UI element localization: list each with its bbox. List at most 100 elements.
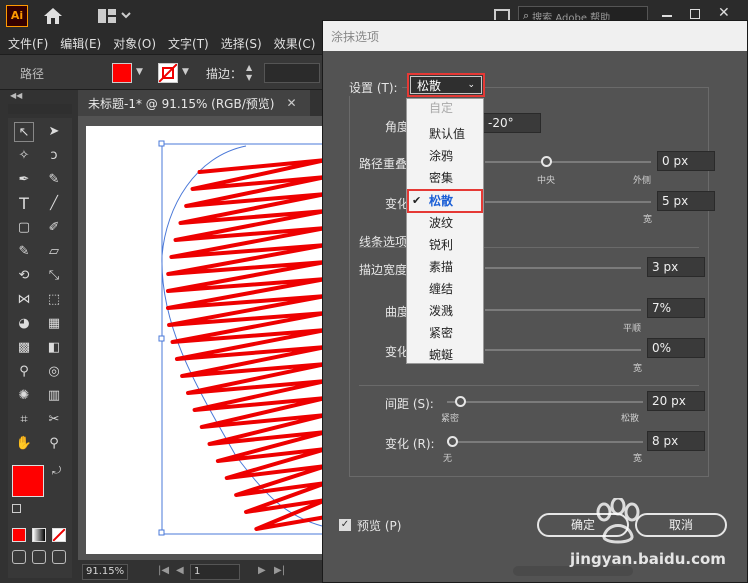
none-mode-icon[interactable] bbox=[52, 528, 66, 542]
close-tab-icon[interactable]: ✕ bbox=[286, 96, 296, 110]
next-artboard-icon[interactable]: ▶ bbox=[258, 565, 266, 576]
free-transform-tool-icon[interactable]: ⬚ bbox=[44, 290, 64, 310]
workspace-switcher-icon[interactable] bbox=[98, 9, 132, 23]
blend-tool-icon[interactable]: ◎ bbox=[44, 362, 64, 382]
spacing-variation-slider[interactable] bbox=[447, 441, 643, 443]
minimize-icon[interactable] bbox=[662, 15, 672, 17]
first-artboard-icon[interactable]: |◀ bbox=[158, 565, 169, 576]
magic-wand-tool-icon[interactable]: ✧ bbox=[14, 146, 34, 166]
fill-swatch[interactable] bbox=[112, 63, 132, 83]
path-overlap-slider[interactable] bbox=[485, 161, 651, 163]
shape-builder-tool-icon[interactable]: ◕ bbox=[14, 314, 34, 334]
graph-tool-icon[interactable]: ▥ bbox=[44, 386, 64, 406]
rectangle-tool-icon[interactable]: ▢ bbox=[14, 218, 34, 238]
stroke-width-slider[interactable] bbox=[485, 267, 641, 269]
dropdown-item-default[interactable]: 默认值 bbox=[407, 123, 483, 145]
preview-checkbox[interactable]: ✓ bbox=[339, 519, 351, 531]
symbol-sprayer-tool-icon[interactable]: ✺ bbox=[14, 386, 34, 406]
artboard[interactable] bbox=[86, 126, 328, 554]
width-tool-icon[interactable]: ⋈ bbox=[14, 290, 34, 310]
artboard-number-field[interactable]: 1 bbox=[190, 564, 240, 580]
stroke-width-input[interactable]: 3 px bbox=[647, 257, 705, 277]
color-mode-icon[interactable] bbox=[12, 528, 26, 542]
scale-tool-icon[interactable]: ⤡ bbox=[44, 266, 64, 286]
dropdown-item-sketchy[interactable]: 素描 bbox=[407, 256, 483, 278]
preview-label[interactable]: 预览 (P) bbox=[357, 517, 401, 534]
dropdown-item-tight[interactable]: 紧密 bbox=[407, 322, 483, 344]
spacing-variation-input[interactable]: 8 px bbox=[647, 431, 705, 451]
dropdown-item-loose[interactable]: 松散 bbox=[407, 190, 483, 212]
spacing-wide-label: 宽 bbox=[633, 454, 643, 464]
eraser-tool-icon[interactable]: ▱ bbox=[44, 242, 64, 262]
gradient-mode-icon[interactable] bbox=[32, 528, 46, 542]
slice-tool-icon[interactable]: ✂ bbox=[44, 410, 64, 430]
direct-selection-tool-icon[interactable]: ➤ bbox=[44, 122, 64, 142]
eyedropper-tool-icon[interactable]: ⚲ bbox=[14, 362, 34, 382]
fill-color-swatch[interactable] bbox=[12, 465, 44, 497]
zoom-tool-icon[interactable]: ⚲ bbox=[44, 434, 64, 454]
curviness-slider[interactable] bbox=[485, 309, 641, 311]
path-overlap-knob[interactable] bbox=[541, 156, 552, 167]
default-colors-icon[interactable] bbox=[12, 504, 21, 513]
dropdown-item-zig-zag[interactable]: 蜿蜒 bbox=[407, 344, 483, 366]
maximize-icon[interactable] bbox=[690, 9, 700, 19]
zoom-field[interactable]: 91.15% bbox=[82, 564, 128, 580]
curviness-variation-slider[interactable] bbox=[485, 349, 641, 351]
spacing-input[interactable]: 20 px bbox=[647, 391, 705, 411]
variation-input[interactable]: 5 px bbox=[657, 191, 715, 211]
outside-label: 外侧 bbox=[633, 176, 652, 186]
draw-normal-icon[interactable] bbox=[12, 550, 26, 564]
menu-effect[interactable]: 效果(C) bbox=[274, 35, 316, 52]
type-tool-icon[interactable]: T bbox=[14, 194, 34, 214]
gradient-tool-icon[interactable]: ◧ bbox=[44, 338, 64, 358]
dropdown-item-dense[interactable]: 密集 bbox=[407, 167, 483, 189]
spacing-knob[interactable] bbox=[455, 396, 466, 407]
artboard-tool-icon[interactable]: ⌗ bbox=[14, 410, 34, 430]
rotate-tool-icon[interactable]: ⟲ bbox=[14, 266, 34, 286]
close-window-icon[interactable]: ✕ bbox=[718, 5, 730, 21]
chevron-down-icon[interactable]: ▼ bbox=[182, 67, 189, 77]
angle-input[interactable]: -20° bbox=[483, 113, 541, 133]
curvature-tool-icon[interactable]: ✎ bbox=[44, 170, 64, 190]
selection-tool-icon[interactable]: ↖ bbox=[14, 122, 34, 142]
chevron-down-icon[interactable]: ▼ bbox=[136, 67, 143, 77]
draw-inside-icon[interactable] bbox=[52, 550, 66, 564]
dropdown-item-tense[interactable]: 泼溅 bbox=[407, 300, 483, 322]
dropdown-item-snarl[interactable]: 波纹 bbox=[407, 212, 483, 234]
scribble-shape[interactable] bbox=[86, 126, 328, 554]
swap-colors-icon[interactable]: ⤾ bbox=[52, 464, 61, 478]
home-icon[interactable] bbox=[42, 6, 64, 26]
prev-artboard-icon[interactable]: ◀ bbox=[176, 565, 184, 576]
menu-object[interactable]: 对象(O) bbox=[113, 35, 156, 52]
menu-edit[interactable]: 编辑(E) bbox=[60, 35, 101, 52]
menu-file[interactable]: 文件(F) bbox=[8, 35, 48, 52]
stroke-weight-input[interactable] bbox=[264, 63, 320, 83]
settings-select[interactable]: 松散 ⌄ bbox=[407, 73, 485, 97]
spacing-slider[interactable] bbox=[447, 401, 643, 403]
curviness-input[interactable]: 7% bbox=[647, 298, 705, 318]
shaper-tool-icon[interactable]: ✎ bbox=[14, 242, 34, 262]
perspective-grid-tool-icon[interactable]: ▦ bbox=[44, 314, 64, 334]
pen-tool-icon[interactable]: ✒ bbox=[14, 170, 34, 190]
dropdown-item-childlike[interactable]: 涂鸦 bbox=[407, 145, 483, 167]
mesh-tool-icon[interactable]: ▩ bbox=[14, 338, 34, 358]
curviness-variation-input[interactable]: 0% bbox=[647, 338, 705, 358]
spacing-variation-knob[interactable] bbox=[447, 436, 458, 447]
menu-type[interactable]: 文字(T) bbox=[168, 35, 209, 52]
document-tab[interactable]: 未标题-1* @ 91.15% (RGB/预览) ✕ bbox=[78, 90, 310, 116]
stroke-weight-stepper[interactable]: ▲ ▼ bbox=[246, 63, 260, 85]
dropdown-item-swash[interactable]: 缠结 bbox=[407, 278, 483, 300]
variation-slider[interactable] bbox=[485, 201, 651, 203]
stroke-swatch[interactable] bbox=[158, 63, 178, 83]
tools-panel: ↖ ➤ ✧ ↄ ✒ ✎ T ╱ ▢ ✐ ✎ ▱ ⟲ ⤡ ⋈ ⬚ ◕ ▦ ▩ ◧ … bbox=[8, 118, 72, 578]
draw-behind-icon[interactable] bbox=[32, 550, 46, 564]
paintbrush-tool-icon[interactable]: ✐ bbox=[44, 218, 64, 238]
menu-select[interactable]: 选择(S) bbox=[221, 35, 262, 52]
hand-tool-icon[interactable]: ✋ bbox=[14, 434, 34, 454]
line-tool-icon[interactable]: ╱ bbox=[44, 194, 64, 214]
dropdown-item-sharp[interactable]: 锐利 bbox=[407, 234, 483, 256]
last-artboard-icon[interactable]: ▶| bbox=[274, 565, 285, 576]
tools-panel-collapse[interactable]: ◀◀ bbox=[10, 91, 22, 100]
lasso-tool-icon[interactable]: ↄ bbox=[44, 146, 64, 166]
path-overlap-input[interactable]: 0 px bbox=[657, 151, 715, 171]
